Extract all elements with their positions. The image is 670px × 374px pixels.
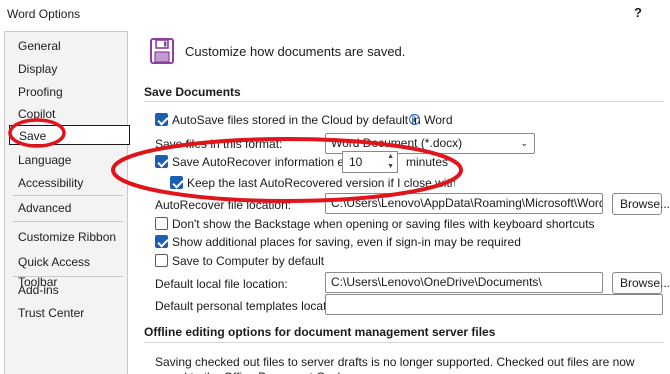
help-button[interactable]: ? bbox=[634, 5, 642, 20]
default-personal-input[interactable] bbox=[325, 294, 663, 315]
sidebar-item-display[interactable]: Display bbox=[18, 59, 57, 79]
section-divider bbox=[144, 101, 664, 102]
default-local-input[interactable]: C:\Users\Lenovo\OneDrive\Documents\ bbox=[325, 272, 603, 293]
sidebar-item-trust-center[interactable]: Trust Center bbox=[18, 303, 84, 323]
title-bar: Word Options ? bbox=[0, 0, 670, 30]
save-format-value: Word Document (*.docx) bbox=[331, 136, 463, 150]
sidebar-item-advanced[interactable]: Advanced bbox=[18, 198, 71, 218]
autorecover-minutes-spinner[interactable]: 10 ▲ ▼ bbox=[342, 151, 398, 173]
sidebar-divider bbox=[13, 195, 123, 196]
autorecover-label: Save AutoRecover information every bbox=[172, 155, 367, 169]
save-to-computer-checkbox[interactable] bbox=[155, 254, 168, 267]
minutes-label: minutes bbox=[406, 155, 449, 169]
offline-editing-notice: Saving checked out files to server draft… bbox=[155, 355, 635, 374]
autorecover-checkbox[interactable] bbox=[155, 155, 168, 168]
window-title: Word Options bbox=[7, 7, 81, 21]
sidebar-item-save[interactable]: Save bbox=[9, 125, 130, 145]
save-format-label: Save files in this format: bbox=[155, 137, 283, 151]
backstage-label: Don't show the Backstage when opening or… bbox=[172, 217, 595, 231]
sidebar-item-add-ins[interactable]: Add-ins bbox=[18, 280, 59, 300]
keep-last-checkbox[interactable] bbox=[170, 176, 183, 189]
section-divider bbox=[144, 342, 664, 343]
default-personal-label: Default personal templates location: bbox=[155, 299, 346, 313]
autosave-checkbox[interactable] bbox=[155, 113, 168, 126]
autorecover-location-label: AutoRecover file location: bbox=[155, 198, 292, 212]
default-local-label: Default local file location: bbox=[155, 277, 288, 291]
sidebar-item-customize-ribbon[interactable]: Customize Ribbon bbox=[18, 227, 116, 247]
backstage-checkbox[interactable] bbox=[155, 217, 168, 230]
section-title-offline-editing: Offline editing options for document man… bbox=[144, 325, 496, 339]
default-local-browse-button[interactable]: Browse... bbox=[612, 272, 670, 294]
sidebar-item-quick-access-toolbar[interactable]: Quick Access Toolbar bbox=[18, 252, 127, 289]
page-heading: Customize how documents are saved. bbox=[185, 44, 406, 59]
autorecover-minutes-value: 10 bbox=[349, 155, 363, 169]
additional-places-label: Show additional places for saving, even … bbox=[172, 235, 521, 249]
spinner-up-icon[interactable]: ▲ bbox=[387, 153, 394, 161]
spinner-down-icon[interactable]: ▼ bbox=[387, 163, 394, 171]
additional-places-checkbox[interactable] bbox=[155, 235, 168, 248]
sidebar-item-proofing[interactable]: Proofing bbox=[18, 82, 63, 102]
sidebar-item-language[interactable]: Language bbox=[18, 150, 71, 170]
save-to-computer-label: Save to Computer by default bbox=[172, 254, 325, 268]
sidebar: General Display Proofing Copilot Save La… bbox=[4, 31, 130, 374]
autorecover-location-input[interactable]: C:\Users\Lenovo\AppData\Roaming\Microsof… bbox=[325, 193, 603, 214]
sidebar-item-copilot[interactable]: Copilot bbox=[18, 104, 55, 124]
sidebar-divider bbox=[13, 276, 123, 277]
chevron-down-icon: ⌄ bbox=[520, 138, 528, 148]
sidebar-item-accessibility[interactable]: Accessibility bbox=[18, 173, 83, 193]
floppy-disk-icon bbox=[150, 38, 174, 64]
autorecover-browse-button[interactable]: Browse... bbox=[612, 193, 670, 215]
section-title-save-documents: Save Documents bbox=[144, 85, 241, 99]
sidebar-divider bbox=[13, 221, 123, 222]
sidebar-item-general[interactable]: General bbox=[18, 36, 61, 56]
keep-last-label: Keep the last AutoRecovered version if I… bbox=[187, 176, 455, 190]
info-icon[interactable]: i bbox=[409, 114, 420, 125]
